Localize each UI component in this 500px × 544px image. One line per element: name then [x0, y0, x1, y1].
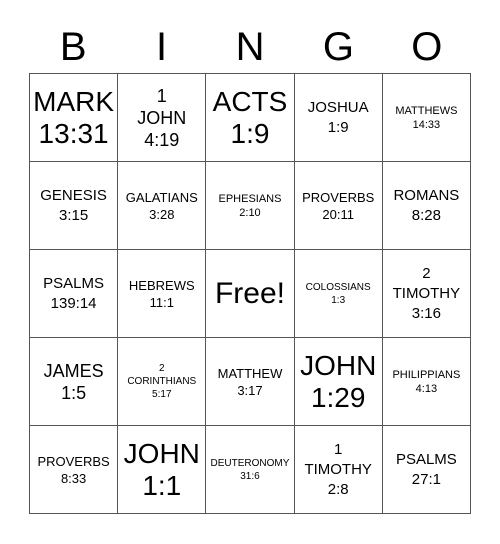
- bingo-cell[interactable]: COLOSSIANS 1:3: [294, 250, 383, 338]
- bingo-cell[interactable]: PSALMS 27:1: [382, 426, 471, 514]
- bingo-cell[interactable]: ACTS 1:9: [206, 74, 295, 162]
- bingo-cell[interactable]: PHILIPPIANS 4:13: [382, 338, 471, 426]
- header-letter-g: G: [322, 25, 354, 69]
- bingo-header: B I N G O: [29, 22, 471, 72]
- bingo-cell[interactable]: PROVERBS 8:33: [30, 426, 119, 514]
- bingo-cell[interactable]: EPHESIANS 2:10: [206, 162, 295, 250]
- bingo-cell[interactable]: PROVERBS 20:11: [294, 162, 383, 250]
- bingo-cell[interactable]: 1 TIMOTHY 2:8: [294, 426, 383, 514]
- bingo-cell[interactable]: HEBREWS 11:1: [118, 250, 207, 338]
- header-letter-i: I: [156, 25, 168, 69]
- bingo-cell[interactable]: JAMES 1:5: [30, 338, 119, 426]
- bingo-cell[interactable]: DEUTERONOMY 31:6: [206, 426, 295, 514]
- bingo-cell[interactable]: JOSHUA 1:9: [294, 74, 383, 162]
- bingo-board: MARK 13:31 1 JOHN 4:19 ACTS 1:9 JOSHUA 1:9 M…: [29, 73, 471, 514]
- bingo-cell[interactable]: JOHN 1:29: [294, 338, 383, 426]
- header-letter-o: O: [411, 25, 443, 69]
- bingo-cell[interactable]: 2 CORINTHIANS 5:17: [118, 338, 207, 426]
- bingo-cell[interactable]: MATTHEWS 14:33: [382, 74, 471, 162]
- header-letter-b: B: [59, 25, 87, 69]
- bingo-cell[interactable]: GENESIS 3:15: [30, 162, 119, 250]
- bingo-cell[interactable]: PSALMS 139:14: [30, 250, 119, 338]
- bingo-cell[interactable]: MARK 13:31: [30, 74, 119, 162]
- bingo-cell[interactable]: GALATIANS 3:28: [118, 162, 207, 250]
- bingo-cell[interactable]: 2 TIMOTHY 3:16: [382, 250, 471, 338]
- bingo-cell[interactable]: MATTHEW 3:17: [206, 338, 295, 426]
- free-space-cell[interactable]: Free!: [206, 250, 295, 338]
- bingo-cell[interactable]: JOHN 1:1: [118, 426, 207, 514]
- bingo-cell[interactable]: ROMANS 8:28: [382, 162, 471, 250]
- header-letter-n: N: [235, 25, 265, 69]
- bingo-cell[interactable]: 1 JOHN 4:19: [118, 74, 207, 162]
